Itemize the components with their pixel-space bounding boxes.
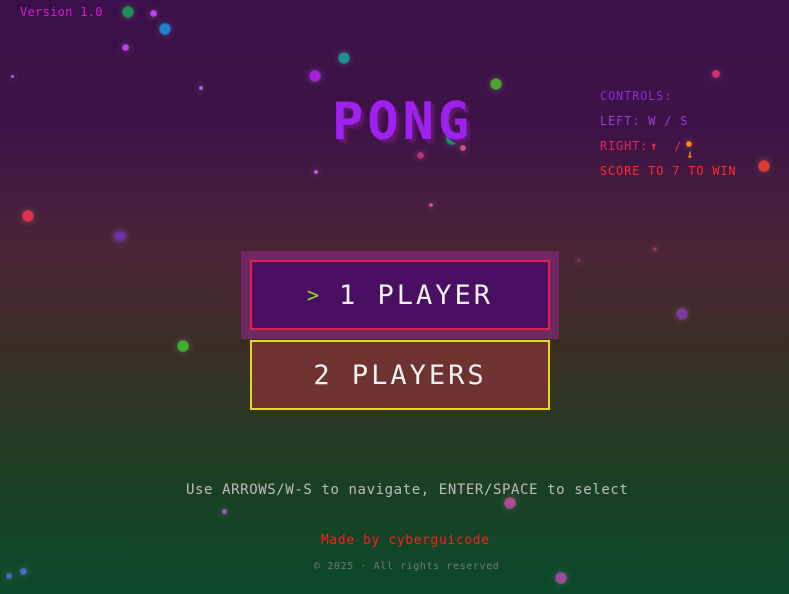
particle <box>6 573 12 579</box>
particle <box>22 210 34 222</box>
particle <box>159 23 171 35</box>
controls-right: RIGHT: ↑ /↓ <box>600 134 736 161</box>
controls-right-label: RIGHT: <box>600 139 649 153</box>
particle <box>122 6 134 18</box>
particle <box>309 70 321 82</box>
selection-indicator: > <box>306 283 319 307</box>
arrow-up-icon: ↑ <box>650 139 659 153</box>
particle <box>10 74 14 78</box>
particle <box>314 170 318 174</box>
arrow-down-icon: ↓ <box>686 147 695 161</box>
controls-left: LEFT: W / S <box>600 114 689 128</box>
particle <box>429 203 433 207</box>
controls-heading: CONTROLS: <box>600 89 673 103</box>
credit-text: Made by cyberguicode <box>321 533 490 548</box>
game-title: PONG <box>332 92 474 152</box>
particle <box>490 78 502 90</box>
copyright-text: © 2025 - All rights reserved <box>314 561 500 572</box>
particle <box>712 70 720 78</box>
particle <box>19 567 27 575</box>
two-players-button[interactable]: 2 PLAYERS <box>250 340 550 410</box>
particle <box>149 9 157 17</box>
instructions-text: Use ARROWS/W-S to navigate, ENTER/SPACE … <box>186 482 629 498</box>
particle <box>338 52 350 64</box>
particle <box>555 572 567 584</box>
particle <box>576 258 580 262</box>
two-players-label: 2 PLAYERS <box>313 359 487 391</box>
one-player-button[interactable]: > 1 PLAYER <box>250 260 550 330</box>
particle <box>199 86 203 90</box>
particle <box>114 230 126 242</box>
particle <box>676 308 688 320</box>
controls-score: SCORE TO 7 TO WIN <box>600 164 737 178</box>
particle <box>121 43 129 51</box>
controls-panel: CONTROLS: LEFT: W / S RIGHT: ↑ /↓ SCORE T… <box>600 84 736 184</box>
particle <box>504 497 516 509</box>
particle <box>177 340 189 352</box>
game-screen: Version 1.0 PONG CONTROLS: LEFT: W / S R… <box>0 0 789 594</box>
one-player-label: 1 PLAYER <box>339 279 494 311</box>
particle <box>221 508 227 514</box>
particle <box>653 247 657 251</box>
particle <box>416 151 424 159</box>
controls-right-separator: / <box>674 139 683 153</box>
particle <box>758 160 770 172</box>
version-label: Version 1.0 <box>20 5 103 19</box>
